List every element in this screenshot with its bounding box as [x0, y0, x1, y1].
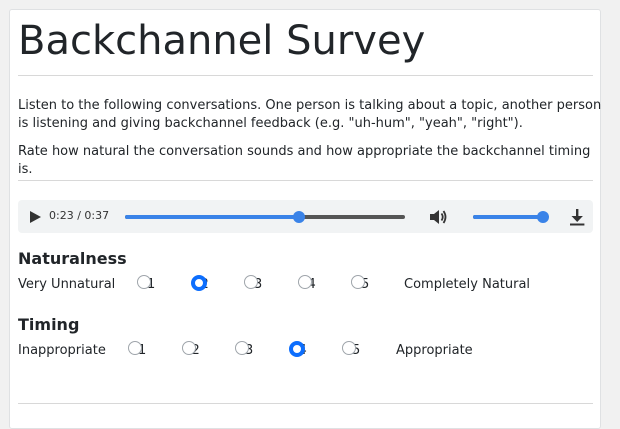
timing-option-4[interactable]: 4 — [288, 341, 307, 361]
seek-slider[interactable] — [125, 211, 405, 223]
naturalness-low-label: Very Unnatural — [18, 277, 116, 292]
seek-handle[interactable] — [292, 211, 305, 223]
timing-option-3[interactable]: 3 — [235, 341, 253, 361]
volume-handle[interactable] — [537, 211, 549, 223]
timing-option-1[interactable]: 1 — [128, 341, 146, 361]
naturalness-radio-2[interactable] — [190, 275, 207, 291]
naturalness-high-label: Completely Natural — [404, 277, 531, 292]
time-readout: 0:23 / 0:37 — [49, 209, 110, 222]
timing-radio-3[interactable] — [235, 341, 249, 355]
timing-label: Timing — [18, 315, 80, 334]
timing-radio-5[interactable] — [342, 341, 356, 355]
naturalness-option-3[interactable]: 3 — [244, 275, 262, 295]
volume-slider[interactable] — [473, 211, 549, 223]
bottom-divider — [18, 403, 593, 404]
timing-radio-4[interactable] — [288, 341, 305, 357]
naturalness-radio-5[interactable] — [351, 275, 365, 289]
volume-icon[interactable] — [428, 207, 448, 227]
naturalness-option-4[interactable]: 4 — [297, 275, 316, 295]
naturalness-radio-3[interactable] — [244, 275, 258, 289]
naturalness-label: Naturalness — [18, 249, 127, 268]
naturalness-option-1[interactable]: 1 — [137, 275, 155, 295]
timing-option-2[interactable]: 2 — [181, 341, 200, 361]
audio-player: 0:23 / 0:37 — [18, 200, 593, 233]
timing-radio-2[interactable] — [181, 341, 196, 355]
timing-low-label: Inappropriate — [18, 343, 106, 358]
play-icon[interactable] — [28, 210, 42, 224]
naturalness-radio-1[interactable] — [137, 275, 151, 289]
download-icon[interactable] — [568, 208, 586, 226]
section-divider — [18, 180, 593, 181]
naturalness-option-5[interactable]: 5 — [351, 275, 369, 295]
timing-high-label: Appropriate — [396, 343, 473, 358]
timing-option-5[interactable]: 5 — [342, 341, 360, 361]
seek-progress — [125, 215, 299, 219]
timing-radio-1[interactable] — [128, 341, 142, 355]
naturalness-option-2[interactable]: 2 — [190, 275, 209, 295]
title-divider — [18, 75, 593, 76]
page-title: Backchannel Survey — [18, 18, 426, 64]
instructions-text: Listen to the following conversations. O… — [18, 98, 602, 131]
naturalness-radio-4[interactable] — [297, 275, 312, 289]
volume-level — [473, 215, 543, 219]
rating-prompt-text: Rate how natural the conversation sounds… — [18, 144, 591, 177]
